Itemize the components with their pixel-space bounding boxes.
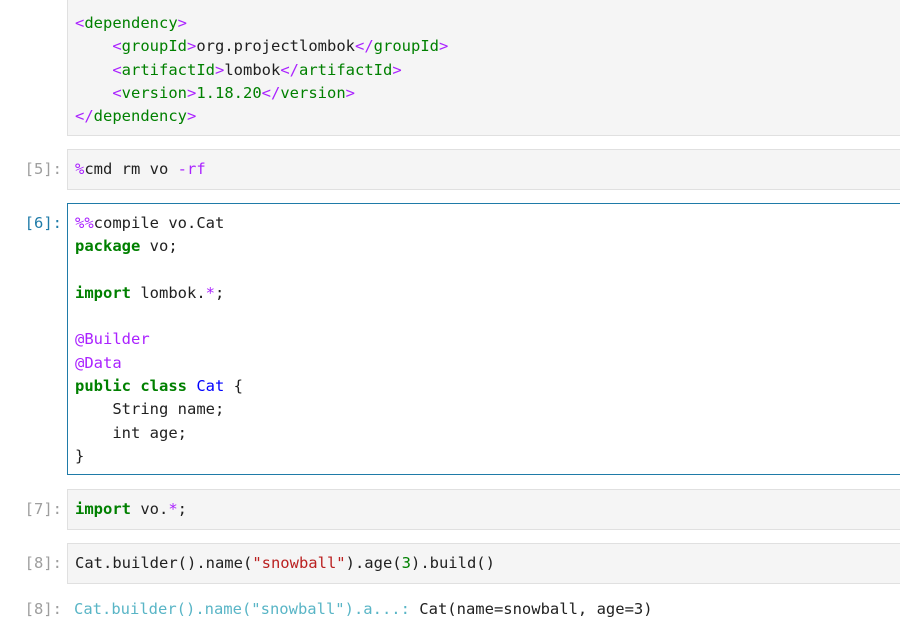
code-line: } — [75, 446, 85, 465]
cell-8-input[interactable]: Cat.builder().name("snowball").age(3).bu… — [67, 543, 900, 584]
input-prompt: [7]: — [24, 500, 62, 518]
code-line: <version>1.18.20</version> — [112, 83, 356, 102]
output-cell-8: [8]: Cat.builder().name("snowball").a...… — [0, 589, 900, 629]
input-prompt: [5]: — [24, 160, 62, 178]
code-line: </dependency> — [75, 107, 197, 126]
code-cell-8[interactable]: [8]: Cat.builder().name("snowball").age(… — [0, 543, 900, 584]
code-line: <dependency> — [75, 14, 188, 32]
code-cell-7[interactable]: [7]: import vo.*; — [0, 489, 900, 530]
code-line: <groupId>org.projectlombok</groupId> — [112, 37, 449, 56]
code-line: @Data — [75, 353, 122, 372]
code-line: public class Cat { — [75, 377, 243, 396]
code-cell-5[interactable]: [5]: %cmd rm vo -rf — [0, 149, 900, 190]
cell-6-input[interactable]: %%compile vo.Cat package vo; import lomb… — [67, 203, 900, 475]
dependency-cell-input[interactable]: <dependency> <groupId>org.projectlombok<… — [67, 0, 900, 136]
code-cell-6[interactable]: [6]: %%compile vo.Cat package vo; import… — [0, 203, 900, 475]
code-line: package vo; — [75, 237, 178, 256]
code-line: <artifactId>lombok</artifactId> — [112, 60, 402, 79]
code-line: String name; — [75, 400, 225, 419]
code-line: int age; — [75, 423, 187, 442]
cell-5-input[interactable]: %cmd rm vo -rf — [67, 149, 900, 190]
code-line: import vo.*; — [75, 500, 188, 518]
code-line: import lombok.*; — [75, 283, 225, 302]
dependency-cell[interactable]: <dependency> <groupId>org.projectlombok<… — [0, 0, 900, 136]
code-line: Cat.builder().name("snowball").age(3).bu… — [75, 554, 495, 572]
output-line: Cat.builder().name("snowball").a...: Cat… — [74, 600, 653, 618]
output-prompt: [8]: — [24, 600, 62, 618]
cell-8-output: Cat.builder().name("snowball").a...: Cat… — [74, 598, 900, 621]
code-line: %%compile vo.Cat — [75, 214, 225, 232]
code-line: @Builder — [75, 330, 150, 349]
input-prompt: [8]: — [24, 554, 62, 572]
cell-7-input[interactable]: import vo.*; — [67, 489, 900, 530]
input-prompt: [6]: — [24, 214, 62, 232]
code-line: %cmd rm vo -rf — [75, 160, 206, 178]
